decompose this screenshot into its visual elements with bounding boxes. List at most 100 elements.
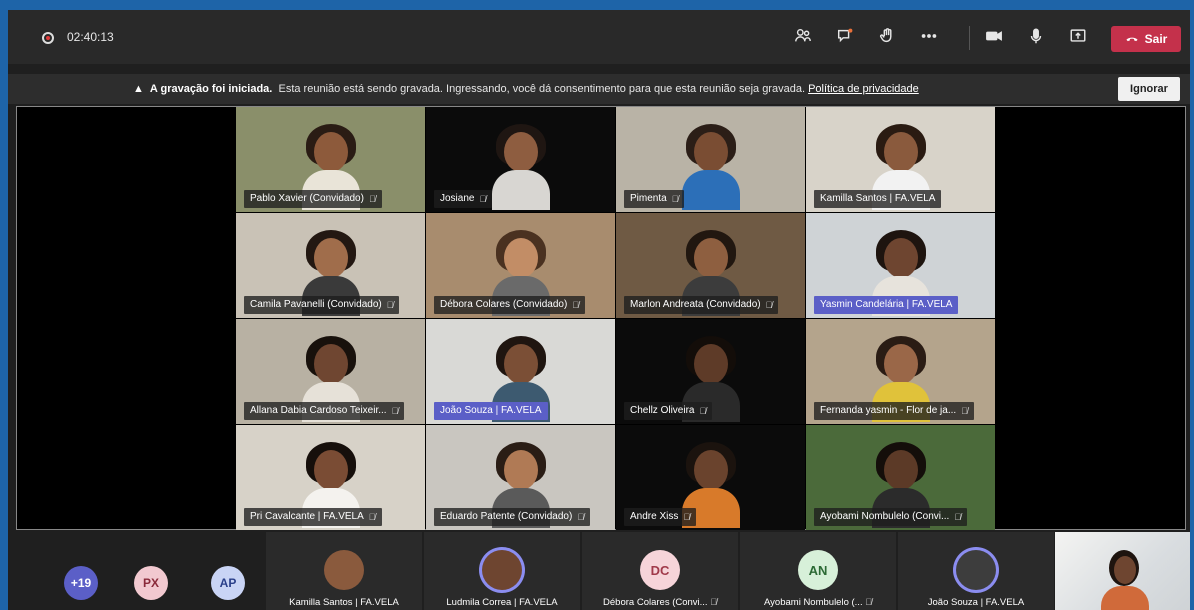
roster-name-text: Ludmila Correa | FA.VELA xyxy=(446,597,558,608)
mic-muted-icon: 🎙̸ xyxy=(572,300,580,310)
participant-name: Josiane xyxy=(440,193,475,204)
chat-icon[interactable] xyxy=(834,27,856,47)
video-tile[interactable]: Fernanda yasmin - Flor de ja... 🎙̸ xyxy=(806,319,995,424)
recording-banner-text: ▲ A gravação foi iniciada. Esta reunião e… xyxy=(133,83,919,95)
video-tile[interactable]: Camila Pavanelli (Convidado) 🎙̸ xyxy=(236,213,425,318)
roster-avatar: DC xyxy=(640,550,680,590)
roster-avatar xyxy=(324,550,364,590)
participant-video xyxy=(680,124,742,210)
microphone-icon[interactable] xyxy=(1025,27,1047,47)
self-view-face xyxy=(1114,556,1136,584)
roster-tile[interactable]: Kamilla Santos | FA.VELA xyxy=(266,532,422,610)
roster-name-text: João Souza | FA.VELA xyxy=(927,597,1025,608)
participant-name: Yasmin Candelária | FA.VELA xyxy=(820,299,953,310)
mic-muted-icon: 🎙̸ xyxy=(865,597,872,607)
mic-muted-icon: 🎙̸ xyxy=(961,406,968,416)
participant-name: Pri Cavalcante | FA.VELA xyxy=(250,511,364,522)
participant-face xyxy=(503,238,538,278)
mic-muted-icon: 🎙̸ xyxy=(765,300,773,310)
video-tile[interactable]: Allana Dabia Cardoso Teixeir... 🎙̸ xyxy=(236,319,425,424)
mic-muted-icon: 🎙̸ xyxy=(368,512,376,522)
video-tile[interactable]: Pri Cavalcante | FA.VELA 🎙̸ xyxy=(236,425,425,530)
roster-name: Ludmila Correa | FA.VELA xyxy=(424,597,580,608)
participant-avatar-px[interactable]: PX xyxy=(134,566,168,600)
camera-icon[interactable] xyxy=(983,27,1005,47)
roster-tile[interactable]: DC Débora Colares (Convi... 🎙̸ xyxy=(582,532,738,610)
video-tile[interactable]: Andre Xiss 🎙̸ xyxy=(616,425,805,530)
participant-name: Camila Pavanelli (Convidado) xyxy=(250,299,382,310)
participant-name-tag: Camila Pavanelli (Convidado) 🎙̸ xyxy=(244,296,400,314)
mic-muted-icon: 🎙̸ xyxy=(683,512,691,522)
roster-name: Débora Colares (Convi... 🎙̸ xyxy=(582,597,738,608)
participant-name-tag: Ayobami Nombulelo (Convi... 🎙̸ xyxy=(814,508,968,526)
self-view-body xyxy=(1101,586,1149,610)
roster-tile[interactable]: João Souza | FA.VELA xyxy=(898,532,1054,610)
video-tile[interactable]: Débora Colares (Convidado) 🎙̸ xyxy=(426,213,615,318)
toolbar-divider xyxy=(969,26,970,50)
video-tile[interactable]: Kamilla Santos | FA.VELA xyxy=(806,107,995,212)
meeting-window: 02:40:13 Sair ▲ A gravação foi iniciada.… xyxy=(8,10,1190,610)
participant-face xyxy=(503,450,538,490)
raise-hand-icon[interactable] xyxy=(876,27,898,47)
participant-name-tag: Andre Xiss 🎙̸ xyxy=(624,508,697,526)
video-tile[interactable]: Pimenta 🎙̸ xyxy=(616,107,805,212)
participant-name: Pimenta xyxy=(630,193,667,204)
banner-message: Esta reunião está sendo gravada. Ingress… xyxy=(278,83,806,95)
video-tile[interactable]: Josiane 🎙̸ xyxy=(426,107,615,212)
participant-name-tag: Allana Dabia Cardoso Teixeir... 🎙̸ xyxy=(244,402,405,420)
participant-body xyxy=(681,170,740,210)
participant-face xyxy=(503,132,538,172)
participant-face xyxy=(313,238,348,278)
meeting-toolbar: 02:40:13 Sair xyxy=(8,10,1190,64)
mic-muted-icon: 🎙̸ xyxy=(386,300,394,310)
more-participants-badge[interactable]: +19 xyxy=(64,566,98,600)
video-tile[interactable]: Chellz Oliveira 🎙̸ xyxy=(616,319,805,424)
video-tile[interactable]: João Souza | FA.VELA xyxy=(426,319,615,424)
video-tile[interactable]: Marlon Andreata (Convidado) 🎙̸ xyxy=(616,213,805,318)
participant-roster: +19 PX AP Kamilla Santos | FA.VELA Ludmil… xyxy=(8,532,1190,610)
leave-button[interactable]: Sair xyxy=(1111,26,1181,52)
participant-name: João Souza | FA.VELA xyxy=(440,405,542,416)
roster-name: João Souza | FA.VELA xyxy=(898,597,1054,608)
dismiss-button[interactable]: Ignorar xyxy=(1118,77,1180,101)
participant-name: Ayobami Nombulelo (Convi... xyxy=(820,511,950,522)
warning-icon: ▲ xyxy=(133,83,144,95)
mic-muted-icon: 🎙̸ xyxy=(368,194,376,204)
participant-name-tag: Pablo Xavier (Convidado) 🎙̸ xyxy=(244,190,382,208)
participant-name: Allana Dabia Cardoso Teixeir... xyxy=(250,405,387,416)
participant-face xyxy=(883,132,918,172)
share-screen-icon[interactable] xyxy=(1067,27,1089,47)
roster-tile[interactable]: AN Ayobami Nombulelo (... 🎙̸ xyxy=(740,532,896,610)
participant-body xyxy=(491,170,550,210)
video-tile[interactable]: Pablo Xavier (Convidado) 🎙̸ xyxy=(236,107,425,212)
roster-name-text: Débora Colares (Convi... xyxy=(603,597,708,608)
participant-face xyxy=(693,132,728,172)
roster-tile[interactable]: Ludmila Correa | FA.VELA xyxy=(424,532,580,610)
mic-muted-icon: 🎙̸ xyxy=(577,512,585,522)
participant-face xyxy=(693,450,728,490)
participant-face xyxy=(883,450,918,490)
participant-name-tag: Marlon Andreata (Convidado) 🎙̸ xyxy=(624,296,779,314)
participant-name-tag: João Souza | FA.VELA xyxy=(434,402,548,420)
video-tile[interactable]: Yasmin Candelária | FA.VELA xyxy=(806,213,995,318)
roster-name-text: Kamilla Santos | FA.VELA xyxy=(289,597,399,608)
video-stage: Pablo Xavier (Convidado) 🎙̸ Josiane 🎙̸ Pimen… xyxy=(16,106,1186,530)
participant-name: Chellz Oliveira xyxy=(630,405,695,416)
participant-face xyxy=(313,450,348,490)
more-options-icon[interactable] xyxy=(918,27,940,47)
mic-muted-icon: 🎙̸ xyxy=(479,194,487,204)
participants-icon[interactable] xyxy=(792,27,814,47)
mic-muted-icon: 🎙̸ xyxy=(391,406,399,416)
privacy-policy-link[interactable]: Política de privacidade xyxy=(808,83,919,95)
participant-name: Pablo Xavier (Convidado) xyxy=(250,193,364,204)
participant-name-tag: Pri Cavalcante | FA.VELA 🎙̸ xyxy=(244,508,382,526)
mic-muted-icon: 🎙̸ xyxy=(699,406,707,416)
video-tile[interactable]: Eduardo Patente (Convidado) 🎙̸ xyxy=(426,425,615,530)
participant-avatar-ap[interactable]: AP xyxy=(211,566,245,600)
roster-name-text: Ayobami Nombulelo (... xyxy=(764,597,863,608)
participant-face xyxy=(313,344,348,384)
participant-name-tag: Pimenta 🎙̸ xyxy=(624,190,685,208)
video-tile[interactable]: Ayobami Nombulelo (Convi... 🎙̸ xyxy=(806,425,995,530)
participant-name-tag: Eduardo Patente (Convidado) 🎙̸ xyxy=(434,508,591,526)
participant-name: Kamilla Santos | FA.VELA xyxy=(820,193,936,204)
